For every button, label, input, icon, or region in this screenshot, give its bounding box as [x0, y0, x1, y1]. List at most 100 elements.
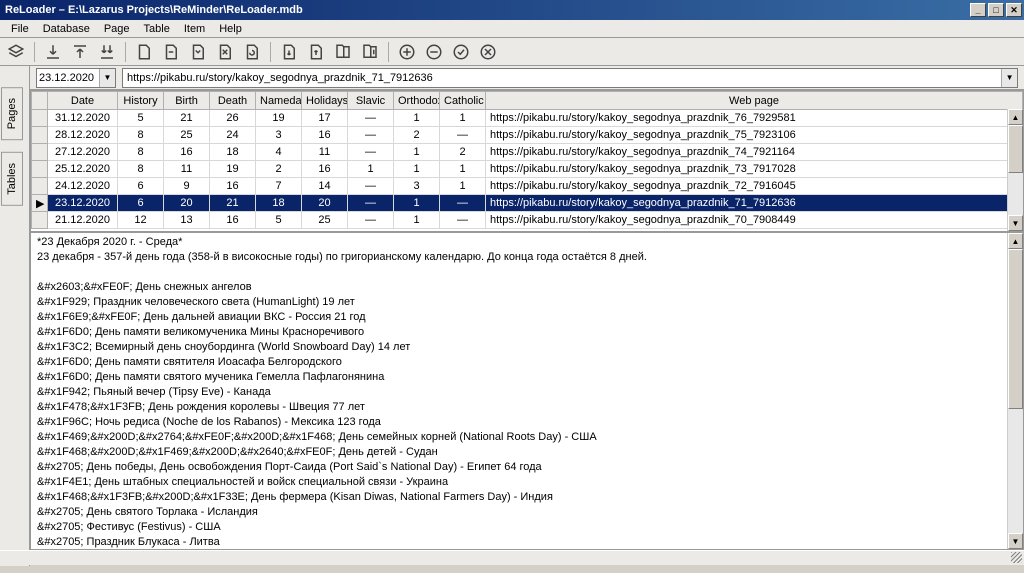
table-row[interactable]: 31.12.2020521261917—11https://pikabu.ru/…	[32, 110, 1023, 127]
dropdown-icon[interactable]: ▼	[1001, 69, 1017, 87]
download-all-icon[interactable]	[97, 42, 117, 62]
download-icon[interactable]	[43, 42, 63, 62]
table-row[interactable]: 28.12.202082524316—2—https://pikabu.ru/s…	[32, 127, 1023, 144]
cell-birth: 20	[164, 195, 210, 212]
col-catholic[interactable]: Catholic	[440, 92, 486, 110]
cell-birth: 16	[164, 144, 210, 161]
cell-catholic: —	[440, 212, 486, 229]
table-row[interactable]: 21.12.2020121316525—1—https://pikabu.ru/…	[32, 212, 1023, 229]
cell-nameday: 4	[256, 144, 302, 161]
col-nameday[interactable]: Nameday	[256, 92, 302, 110]
cell-slavic: —	[348, 195, 394, 212]
menu-table[interactable]: Table	[137, 22, 177, 36]
cell-url: https://pikabu.ru/story/kakoy_segodnya_p…	[486, 144, 1023, 161]
scroll-thumb[interactable]	[1008, 249, 1023, 409]
table-row[interactable]: 24.12.20206916714—31https://pikabu.ru/st…	[32, 178, 1023, 195]
doc-recv-icon[interactable]	[306, 42, 326, 62]
col-birth[interactable]: Birth	[164, 92, 210, 110]
date-picker[interactable]: ▼	[36, 68, 116, 88]
cell-url: https://pikabu.ru/story/kakoy_segodnya_p…	[486, 161, 1023, 178]
window-title: ReLoader – E:\Lazarus Projects\ReMinder\…	[2, 4, 968, 16]
scroll-up-icon[interactable]: ▲	[1008, 233, 1023, 249]
cell-death: 16	[210, 212, 256, 229]
doc-pair-up-icon[interactable]	[360, 42, 380, 62]
menu-bar: File Database Page Table Item Help	[0, 20, 1024, 38]
side-tab-pages[interactable]: Pages	[1, 87, 23, 140]
col-date[interactable]: Date	[48, 92, 118, 110]
table-row[interactable]: 27.12.202081618411—12https://pikabu.ru/s…	[32, 144, 1023, 161]
open-doc-icon[interactable]	[161, 42, 181, 62]
new-doc-icon[interactable]	[134, 42, 154, 62]
delete-doc-icon[interactable]	[215, 42, 235, 62]
cell-catholic: 1	[440, 161, 486, 178]
cell-nameday: 7	[256, 178, 302, 195]
scroll-down-icon[interactable]: ▼	[1008, 215, 1023, 231]
side-tabs: Pages Tables	[0, 66, 30, 566]
cell-nameday: 18	[256, 195, 302, 212]
col-orthodox[interactable]: Orthodox	[394, 92, 440, 110]
remove-circle-icon[interactable]	[424, 42, 444, 62]
title-bar: ReLoader – E:\Lazarus Projects\ReMinder\…	[0, 0, 1024, 20]
refresh-doc-icon[interactable]	[242, 42, 262, 62]
cell-marker	[32, 110, 48, 127]
cell-date: 31.12.2020	[48, 110, 118, 127]
menu-item[interactable]: Item	[177, 22, 212, 36]
cell-date: 23.12.2020	[48, 195, 118, 212]
cell-marker	[32, 144, 48, 161]
doc-pair-down-icon[interactable]	[333, 42, 353, 62]
cell-orthodox: 2	[394, 127, 440, 144]
col-holidays[interactable]: Holidays	[302, 92, 348, 110]
cell-death: 19	[210, 161, 256, 178]
url-input[interactable]	[123, 72, 1001, 84]
upload-icon[interactable]	[70, 42, 90, 62]
layers-icon[interactable]	[6, 42, 26, 62]
menu-page[interactable]: Page	[97, 22, 137, 36]
scroll-thumb[interactable]	[1008, 125, 1023, 173]
grid-scrollbar[interactable]: ▲ ▼	[1007, 109, 1023, 231]
scroll-up-icon[interactable]: ▲	[1008, 109, 1023, 125]
col-death[interactable]: Death	[210, 92, 256, 110]
cell-birth: 9	[164, 178, 210, 195]
cancel-circle-icon[interactable]	[478, 42, 498, 62]
cell-catholic: 1	[440, 110, 486, 127]
detail-pane[interactable]: *23 Декабря 2020 г. - Среда* 23 декабря …	[30, 232, 1024, 550]
dropdown-icon[interactable]: ▼	[99, 69, 115, 87]
cell-date: 21.12.2020	[48, 212, 118, 229]
data-grid[interactable]: Date History Birth Death Nameday Holiday…	[30, 90, 1024, 232]
table-row[interactable]: 25.12.202081119216111https://pikabu.ru/s…	[32, 161, 1023, 178]
toolbar	[0, 38, 1024, 66]
table-row[interactable]: ▶23.12.2020620211820—1—https://pikabu.ru…	[32, 195, 1023, 212]
minimize-button[interactable]: _	[970, 3, 986, 17]
menu-database[interactable]: Database	[36, 22, 97, 36]
cell-catholic: —	[440, 195, 486, 212]
cell-date: 28.12.2020	[48, 127, 118, 144]
confirm-circle-icon[interactable]	[451, 42, 471, 62]
menu-file[interactable]: File	[4, 22, 36, 36]
cell-orthodox: 1	[394, 144, 440, 161]
save-doc-icon[interactable]	[188, 42, 208, 62]
status-bar	[0, 550, 1024, 565]
date-input[interactable]	[37, 72, 99, 84]
detail-scrollbar[interactable]: ▲ ▼	[1007, 233, 1023, 549]
cell-holidays: 25	[302, 212, 348, 229]
col-slavic[interactable]: Slavic	[348, 92, 394, 110]
cell-death: 21	[210, 195, 256, 212]
cell-marker	[32, 161, 48, 178]
cell-death: 26	[210, 110, 256, 127]
close-button[interactable]: ✕	[1006, 3, 1022, 17]
col-webpage[interactable]: Web page	[486, 92, 1023, 110]
cell-orthodox: 3	[394, 178, 440, 195]
url-combo[interactable]: ▼	[122, 68, 1018, 88]
cell-slavic: —	[348, 212, 394, 229]
menu-help[interactable]: Help	[212, 22, 249, 36]
cell-history: 5	[118, 110, 164, 127]
cell-marker	[32, 178, 48, 195]
doc-send-icon[interactable]	[279, 42, 299, 62]
scroll-down-icon[interactable]: ▼	[1008, 533, 1023, 549]
col-history[interactable]: History	[118, 92, 164, 110]
side-tab-tables[interactable]: Tables	[1, 152, 23, 206]
cell-marker	[32, 212, 48, 229]
window-controls: _ □ ✕	[968, 3, 1022, 17]
maximize-button[interactable]: □	[988, 3, 1004, 17]
add-circle-icon[interactable]	[397, 42, 417, 62]
